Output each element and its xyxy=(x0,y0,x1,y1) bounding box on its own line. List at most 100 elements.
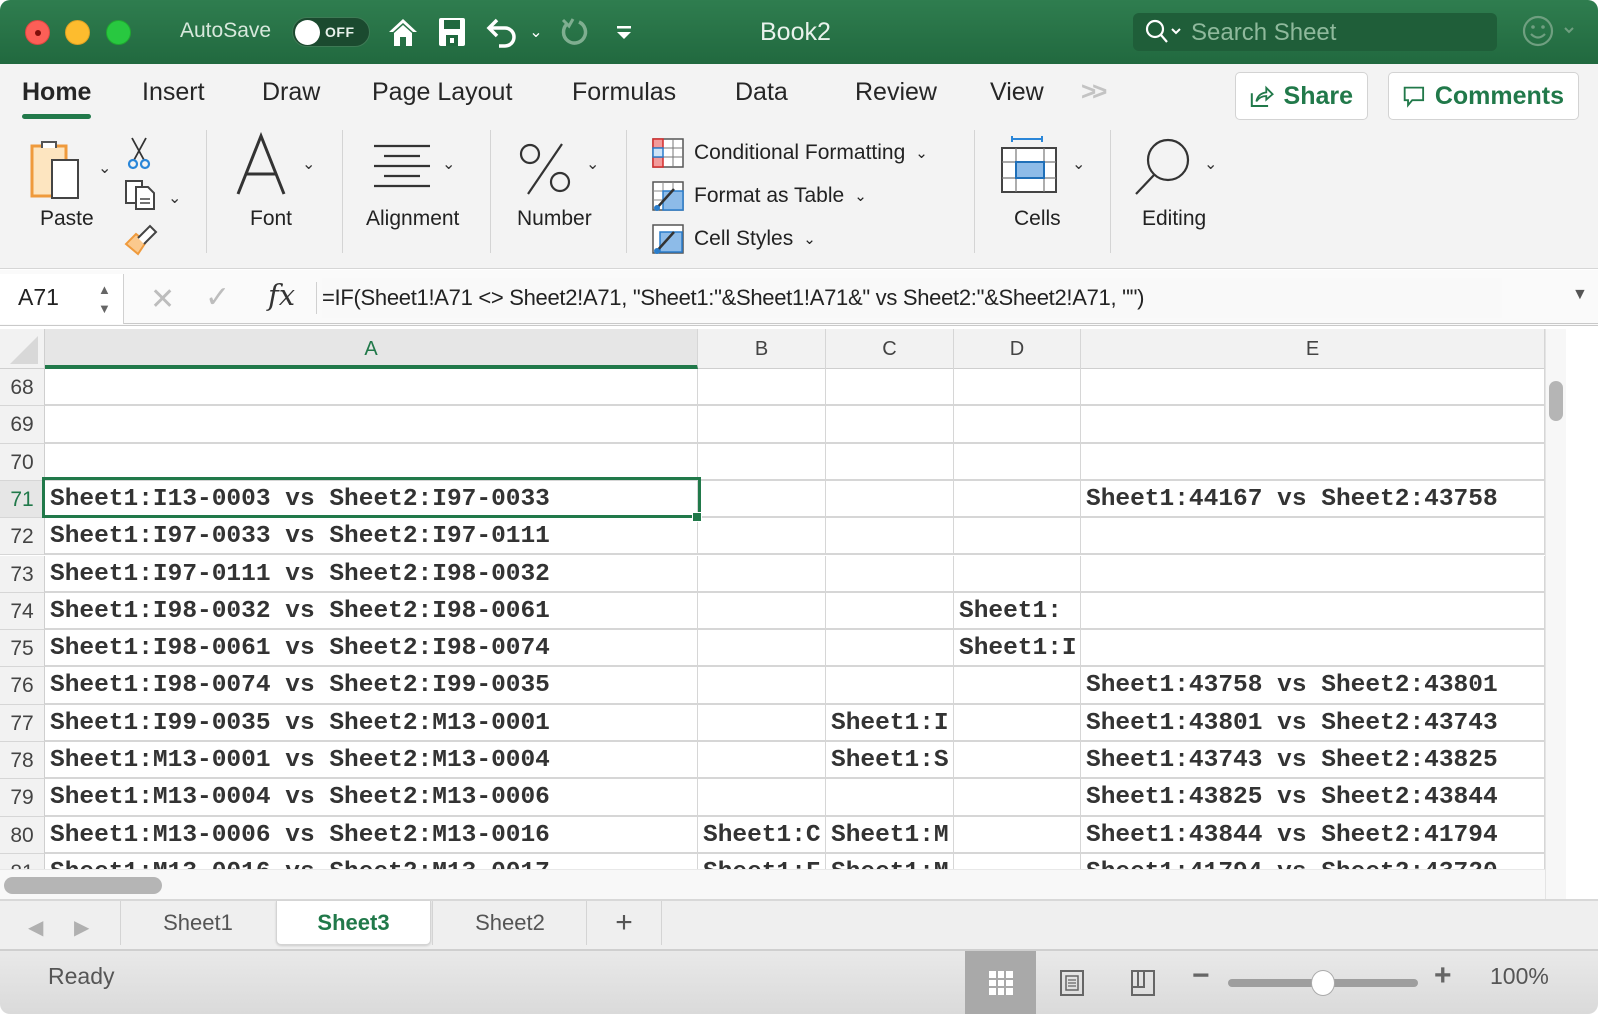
fill-handle[interactable] xyxy=(692,512,702,522)
cell-d76[interactable] xyxy=(954,667,1081,705)
cell-d71[interactable] xyxy=(954,480,1081,519)
column-header-c[interactable]: C xyxy=(826,329,954,369)
cell-e77[interactable]: Sheet1:43801 vs Sheet2:43743 xyxy=(1081,704,1545,742)
cell-c80[interactable]: Sheet1:M xyxy=(826,816,954,854)
row-header[interactable]: 69 xyxy=(0,406,45,444)
sheet-tab-sheet3[interactable]: Sheet3 xyxy=(276,901,431,945)
name-box[interactable]: ▲▼ xyxy=(0,274,124,324)
cell-c74[interactable] xyxy=(826,592,954,631)
row-header[interactable]: 74 xyxy=(0,592,45,631)
cell-a75[interactable]: Sheet1:I98-0061 vs Sheet2:I98-0074 xyxy=(45,630,698,668)
cell-d74[interactable]: Sheet1: xyxy=(954,592,1081,631)
cell-a70[interactable] xyxy=(45,443,698,481)
column-header-d[interactable]: D xyxy=(954,329,1081,369)
cell-c81[interactable]: Sheet1:M xyxy=(826,853,954,869)
vertical-scrollbar[interactable] xyxy=(1545,329,1566,899)
cell-c71[interactable] xyxy=(826,480,954,519)
cell-e78[interactable]: Sheet1:43743 vs Sheet2:43825 xyxy=(1081,742,1545,780)
cell-a77[interactable]: Sheet1:I99-0035 vs Sheet2:M13-0001 xyxy=(45,704,698,742)
sheet-tab-sheet1[interactable]: Sheet1 xyxy=(120,901,275,945)
name-box-input[interactable] xyxy=(18,284,88,311)
tab-view[interactable]: View xyxy=(990,78,1044,107)
cell-a69[interactable] xyxy=(45,406,698,444)
cell-a71[interactable]: Sheet1:I13-0003 vs Sheet2:I97-0033 xyxy=(45,480,698,519)
row-header[interactable]: 73 xyxy=(0,555,45,593)
editing-button[interactable]: ⌄ xyxy=(1132,136,1232,202)
tab-insert[interactable]: Insert xyxy=(142,78,205,107)
cancel-formula-icon[interactable]: ✕ xyxy=(150,282,175,317)
number-button[interactable]: ⌄ xyxy=(518,140,608,204)
tab-formulas[interactable]: Formulas xyxy=(572,78,676,107)
copy-dropdown-icon[interactable]: ⌄ xyxy=(168,188,181,208)
insert-function-icon[interactable]: fx xyxy=(268,278,295,312)
zoom-percentage[interactable]: 100% xyxy=(1490,963,1549,990)
cell-e79[interactable]: Sheet1:43825 vs Sheet2:43844 xyxy=(1081,779,1545,817)
horizontal-scrollbar[interactable] xyxy=(0,869,1545,899)
search-sheet-box[interactable] xyxy=(1133,13,1497,51)
tab-review[interactable]: Review xyxy=(855,78,937,107)
customize-toolbar-icon[interactable] xyxy=(612,14,636,50)
column-header-e[interactable]: E xyxy=(1081,329,1545,369)
name-box-stepper-icon[interactable]: ▲ ▼ xyxy=(98,280,111,318)
row-header[interactable]: 75 xyxy=(0,630,45,668)
row-header[interactable]: 80 xyxy=(0,816,45,854)
cell-d70[interactable] xyxy=(954,443,1081,481)
cell-e71[interactable]: Sheet1:44167 vs Sheet2:43758 xyxy=(1081,480,1545,519)
undo-dropdown-icon[interactable]: ⌄ xyxy=(526,14,546,50)
cell-e69[interactable] xyxy=(1081,406,1545,444)
tab-page-layout[interactable]: Page Layout xyxy=(372,78,512,107)
horizontal-scroll-thumb[interactable] xyxy=(4,877,162,894)
more-tabs-chevron-icon[interactable]: >> xyxy=(1081,76,1107,107)
sheet-tab-sheet2[interactable]: Sheet2 xyxy=(432,901,587,945)
cell-d68[interactable] xyxy=(954,369,1081,407)
cell-e70[interactable] xyxy=(1081,443,1545,481)
cell-d73[interactable] xyxy=(954,555,1081,593)
cell-b70[interactable] xyxy=(698,443,826,481)
normal-view-button[interactable] xyxy=(965,951,1036,1014)
select-all-button[interactable] xyxy=(0,329,45,369)
column-header-a[interactable]: A xyxy=(45,329,698,369)
copy-icon[interactable] xyxy=(124,179,158,216)
row-header[interactable]: 71 xyxy=(0,480,45,519)
cell-c70[interactable] xyxy=(826,443,954,481)
format-as-table-button[interactable]: Format as Table ⌄ xyxy=(652,181,867,211)
row-header[interactable]: 70 xyxy=(0,443,45,481)
cell-b80[interactable]: Sheet1:C xyxy=(698,816,826,854)
cell-b71[interactable] xyxy=(698,480,826,519)
cell-d72[interactable] xyxy=(954,518,1081,556)
save-icon[interactable] xyxy=(437,14,467,50)
comments-button[interactable]: Comments xyxy=(1388,72,1579,120)
format-painter-icon[interactable] xyxy=(124,224,158,261)
row-header[interactable]: 79 xyxy=(0,779,45,817)
home-icon[interactable] xyxy=(386,14,420,50)
cell-c75[interactable] xyxy=(826,630,954,668)
cell-e81[interactable]: Sheet1:41794 vs Sheet2:43720 xyxy=(1081,853,1545,869)
cell-b73[interactable] xyxy=(698,555,826,593)
cell-b68[interactable] xyxy=(698,369,826,407)
cell-e68[interactable] xyxy=(1081,369,1545,407)
add-sheet-button[interactable]: + xyxy=(586,901,662,945)
previous-sheet-icon[interactable]: ◀ xyxy=(28,915,43,940)
cell-b75[interactable] xyxy=(698,630,826,668)
cell-d80[interactable] xyxy=(954,816,1081,854)
close-window-button[interactable] xyxy=(25,20,50,45)
cell-c77[interactable]: Sheet1:I xyxy=(826,704,954,742)
cell-a81[interactable]: Sheet1:M13-0016 vs Sheet2:M13-0017 xyxy=(45,853,698,869)
row-header[interactable]: 76 xyxy=(0,667,45,705)
cell-styles-button[interactable]: Cell Styles ⌄ xyxy=(652,224,816,254)
cell-e72[interactable] xyxy=(1081,518,1545,556)
vertical-scroll-thumb[interactable] xyxy=(1549,381,1563,421)
page-break-view-button[interactable] xyxy=(1107,951,1178,1014)
cell-a80[interactable]: Sheet1:M13-0006 vs Sheet2:M13-0016 xyxy=(45,816,698,854)
cell-b74[interactable] xyxy=(698,592,826,631)
tab-home[interactable]: Home xyxy=(22,78,92,119)
cell-c69[interactable] xyxy=(826,406,954,444)
share-button[interactable]: Share xyxy=(1235,72,1368,120)
cell-d81[interactable] xyxy=(954,853,1081,869)
cell-b76[interactable] xyxy=(698,667,826,705)
cell-d75[interactable]: Sheet1:I xyxy=(954,630,1081,668)
undo-icon[interactable] xyxy=(484,14,520,50)
zoom-in-button[interactable]: + xyxy=(1434,959,1452,993)
enter-formula-icon[interactable]: ✓ xyxy=(205,280,230,315)
tab-data[interactable]: Data xyxy=(735,78,788,107)
